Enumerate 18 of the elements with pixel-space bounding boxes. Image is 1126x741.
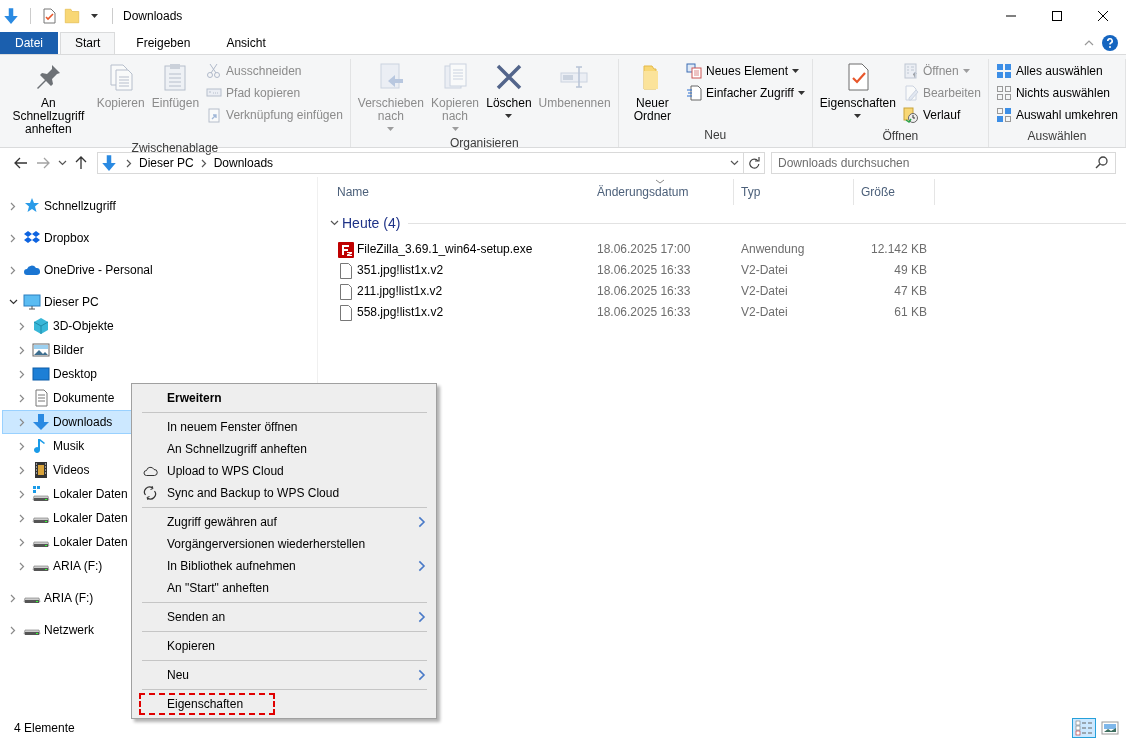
file-size: 49 KB [894,263,927,278]
file-size: 61 KB [894,305,927,320]
group-label: Organisieren [448,135,520,152]
group-label: Neu [703,127,728,144]
file-type: V2-Datei [741,284,788,299]
file-date: 18.06.2025 16:33 [597,305,691,320]
file-date: 18.06.2025 16:33 [597,284,691,299]
file-type: V2-Datei [741,305,788,320]
status-text: 4 Elemente [14,720,75,736]
window-title: Downloads [123,8,183,24]
file-size: 12.142 KB [870,242,927,257]
file-type: V2-Datei [741,263,788,278]
file-date: 18.06.2025 16:33 [597,263,691,278]
file-type: Anwendung [741,242,805,257]
group-label: Auswählen [1026,128,1088,145]
file-size: 47 KB [894,284,927,299]
file-date: 18.06.2025 17:00 [597,242,691,257]
group-label: Öffnen [881,128,920,145]
